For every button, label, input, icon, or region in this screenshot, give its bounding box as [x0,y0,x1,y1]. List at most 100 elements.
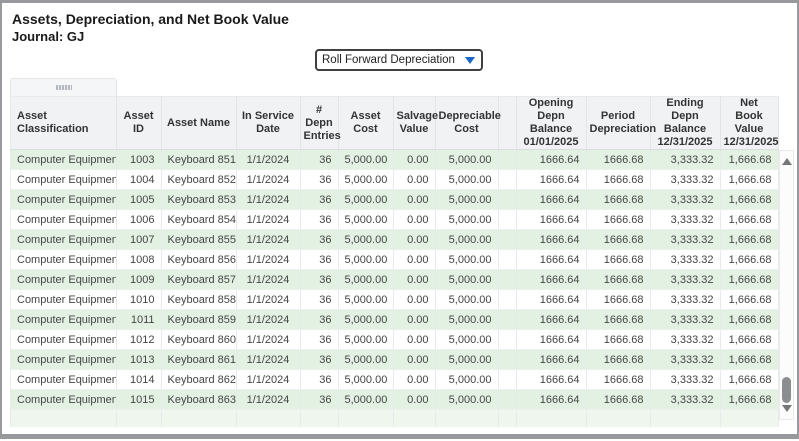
cell-entries: 36 [300,250,338,270]
cell-name: Keyboard 853 [161,190,236,210]
cell-salvage: 0.00 [393,390,435,410]
column-header-entries[interactable]: # Depn Entries [300,97,338,150]
cell-net: 1,666.68 [720,290,778,310]
cell-salvage: 0.00 [393,290,435,310]
cell-opening: 1666.64 [516,270,586,290]
cell-period: 1666.68 [586,230,650,250]
table-row: Computer Equipment1010Keyboard 8581/1/20… [11,290,778,310]
cell-depreciable: 5,000.00 [435,190,498,210]
cell-salvage: 0.00 [393,350,435,370]
cell-id: 1012 [116,330,161,350]
cell-id: 1006 [116,210,161,230]
cell-classification: Computer Equipment [11,170,116,190]
cell-cost [338,410,393,428]
cell-salvage: 0.00 [393,150,435,170]
column-header-salvage[interactable]: Salvage Value [393,97,435,150]
cell-gap [498,230,516,250]
cell-opening: 1666.64 [516,190,586,210]
cell-entries: 36 [300,390,338,410]
cell-id: 1005 [116,190,161,210]
cell-id: 1003 [116,150,161,170]
column-header-date[interactable]: In Service Date [236,97,300,150]
cell-net: 1,666.68 [720,250,778,270]
cell-name: Keyboard 863 [161,390,236,410]
cell-cost: 5,000.00 [338,250,393,270]
table-row: Computer Equipment1007Keyboard 8551/1/20… [11,230,778,250]
cell-opening: 1666.64 [516,150,586,170]
cell-date: 1/1/2024 [236,330,300,350]
cell-date: 1/1/2024 [236,290,300,310]
cell-period: 1666.68 [586,290,650,310]
cell-depreciable [435,410,498,428]
column-options-tab[interactable] [10,78,117,96]
cell-salvage: 0.00 [393,210,435,230]
cell-gap [498,170,516,190]
cell-opening: 1666.64 [516,370,586,390]
cell-name: Keyboard 852 [161,170,236,190]
table-row: Computer Equipment1008Keyboard 8561/1/20… [11,250,778,270]
cell-date: 1/1/2024 [236,150,300,170]
cell-name: Keyboard 855 [161,230,236,250]
cell-period: 1666.68 [586,150,650,170]
cell-depreciable: 5,000.00 [435,170,498,190]
cell-id: 1010 [116,290,161,310]
cell-id: 1009 [116,270,161,290]
cell-period: 1666.68 [586,170,650,190]
cell-gap [498,410,516,428]
cell-opening: 1666.64 [516,310,586,330]
cell-net [720,410,778,428]
column-header-classification[interactable]: Asset Classification [11,97,116,150]
column-header-name[interactable]: Asset Name [161,97,236,150]
table-row: Computer Equipment1004Keyboard 8521/1/20… [11,170,778,190]
cell-id: 1013 [116,350,161,370]
cell-period: 1666.68 [586,330,650,350]
cell-period: 1666.68 [586,250,650,270]
cell-salvage: 0.00 [393,370,435,390]
column-header-id[interactable]: Asset ID [116,97,161,150]
cell-depreciable: 5,000.00 [435,270,498,290]
column-header-cost[interactable]: Asset Cost [338,97,393,150]
chevron-down-icon [465,57,475,64]
column-header-gap[interactable] [498,97,516,150]
cell-id: 1004 [116,170,161,190]
cell-cost: 5,000.00 [338,290,393,310]
cell-net: 1,666.68 [720,190,778,210]
assets-table: Asset ClassificationAsset IDAsset NameIn… [11,96,779,427]
cell-gap [498,250,516,270]
column-header-depreciable[interactable]: Depreciable Cost [435,97,498,150]
cell-period: 1666.68 [586,350,650,370]
column-header-net[interactable]: Net Book Value 12/31/2025 [720,97,778,150]
cell-gap [498,350,516,370]
column-header-period[interactable]: Period Depreciation [586,97,650,150]
cell-date: 1/1/2024 [236,270,300,290]
vertical-scrollbar[interactable] [779,150,794,420]
column-header-ending[interactable]: Ending Depn Balance 12/31/2025 [650,97,720,150]
cell-gap [498,290,516,310]
cell-classification: Computer Equipment [11,250,116,270]
cell-name: Keyboard 856 [161,250,236,270]
cell-gap [498,310,516,330]
cell-name: Keyboard 858 [161,290,236,310]
report-type-select[interactable]: Roll Forward Depreciation [315,49,483,71]
column-header-opening[interactable]: Opening Depn Balance 01/01/2025 [516,97,586,150]
cell-name: Keyboard 854 [161,210,236,230]
cell-opening [516,410,586,428]
cell-classification: Computer Equipment [11,270,116,290]
cell-depreciable: 5,000.00 [435,210,498,230]
cell-salvage: 0.00 [393,270,435,290]
cell-id: 1014 [116,370,161,390]
cell-date: 1/1/2024 [236,190,300,210]
scroll-up-icon[interactable] [782,158,792,165]
cell-entries: 36 [300,270,338,290]
cell-salvage: 0.00 [393,250,435,270]
scrollbar-thumb[interactable] [782,377,791,403]
cell-salvage: 0.00 [393,330,435,350]
cell-entries: 36 [300,350,338,370]
cell-cost: 5,000.00 [338,390,393,410]
cell-classification: Computer Equipment [11,370,116,390]
cell-depreciable: 5,000.00 [435,250,498,270]
cell-depreciable: 5,000.00 [435,390,498,410]
scroll-down-icon[interactable] [782,405,792,412]
cell-date: 1/1/2024 [236,170,300,190]
table-row: Computer Equipment1013Keyboard 8611/1/20… [11,350,778,370]
